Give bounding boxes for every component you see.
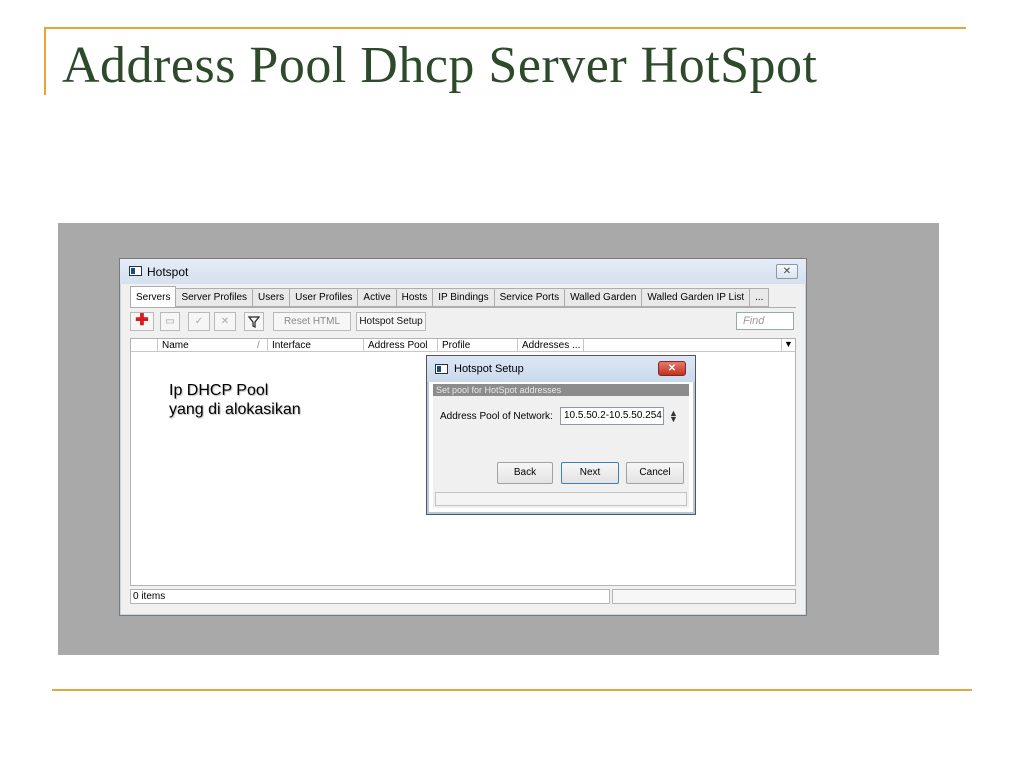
cross-icon: ✕ bbox=[220, 316, 230, 327]
column-empty bbox=[583, 339, 783, 352]
remove-button[interactable]: ▭ bbox=[160, 312, 180, 331]
top-rule bbox=[44, 27, 966, 29]
filter-icon bbox=[247, 316, 261, 328]
tab-user-profiles[interactable]: User Profiles bbox=[290, 288, 359, 307]
bottom-rule bbox=[52, 689, 972, 691]
window-close-button[interactable]: ✕ bbox=[776, 264, 798, 279]
dialog-title: Hotspot Setup bbox=[454, 363, 524, 375]
cancel-button[interactable]: Cancel bbox=[626, 462, 684, 484]
window-titlebar[interactable]: Hotspot ✕ bbox=[120, 259, 806, 284]
sort-indicator: / bbox=[257, 340, 260, 351]
annotation-line-1: Ip DHCP Pool bbox=[169, 382, 269, 399]
add-button[interactable]: ✚ bbox=[130, 312, 154, 331]
tab-server-profiles[interactable]: Server Profiles bbox=[176, 288, 254, 307]
plus-icon: ✚ bbox=[135, 312, 149, 329]
slide-title: Address Pool Dhcp Server HotSpot bbox=[62, 37, 818, 94]
tab-more[interactable]: ... bbox=[750, 288, 770, 307]
tab-walled-garden[interactable]: Walled Garden bbox=[565, 288, 643, 307]
tab-bar: Servers Server Profiles Users User Profi… bbox=[130, 286, 770, 308]
column-address-pool[interactable]: Address Pool bbox=[363, 339, 437, 352]
back-button[interactable]: Back bbox=[497, 462, 553, 484]
hotspot-setup-button[interactable]: Hotspot Setup bbox=[356, 312, 426, 331]
address-pool-input[interactable]: 10.5.50.2-10.5.50.254 bbox=[560, 407, 664, 425]
check-icon: ✓ bbox=[194, 316, 204, 327]
dialog-close-button[interactable]: ✕ bbox=[658, 361, 686, 376]
column-interface[interactable]: Interface bbox=[267, 339, 363, 352]
spinner-updown-icon[interactable]: ▲ ▼ bbox=[669, 409, 678, 424]
annotation-line-2: yang di alokasikan bbox=[169, 401, 301, 418]
disable-button[interactable]: ✕ bbox=[214, 312, 236, 331]
tab-active[interactable]: Active bbox=[358, 288, 397, 307]
column-name[interactable]: Name bbox=[157, 339, 253, 352]
enable-button[interactable]: ✓ bbox=[188, 312, 210, 331]
column-name-label: Name bbox=[162, 340, 189, 351]
reset-html-button[interactable]: Reset HTML bbox=[273, 312, 351, 331]
dialog-icon bbox=[435, 364, 448, 374]
dialog-body: Set pool for HotSpot addresses Address P… bbox=[433, 384, 689, 508]
column-profile[interactable]: Profile bbox=[437, 339, 517, 352]
address-pool-label: Address Pool of Network: bbox=[440, 411, 553, 422]
tab-hosts[interactable]: Hosts bbox=[396, 288, 434, 307]
toolbar: ✚ ▭ ✓ ✕ Reset HTML Hotspot Setup Find bbox=[130, 312, 796, 334]
hotspot-setup-dialog: Hotspot Setup ✕ Set pool for HotSpot add… bbox=[426, 355, 696, 515]
tab-service-ports[interactable]: Service Ports bbox=[494, 288, 566, 307]
next-button[interactable]: Next bbox=[561, 462, 619, 484]
filter-button[interactable] bbox=[244, 312, 264, 331]
window-icon bbox=[129, 266, 142, 276]
window-title: Hotspot bbox=[147, 265, 189, 279]
status-bar-secondary bbox=[612, 589, 796, 604]
tab-walled-garden-ip-list[interactable]: Walled Garden IP List bbox=[642, 288, 751, 307]
tab-ip-bindings[interactable]: IP Bindings bbox=[433, 288, 495, 307]
find-input[interactable]: Find bbox=[736, 312, 794, 330]
column-menu-chevron-icon[interactable]: ▼ bbox=[781, 339, 795, 352]
table-header: Name / Interface Address Pool Profile Ad… bbox=[131, 339, 795, 352]
annotation-text: Ip DHCP Pool yang di alokasikan bbox=[169, 381, 301, 419]
tab-users[interactable]: Users bbox=[253, 288, 291, 307]
dialog-banner: Set pool for HotSpot addresses bbox=[433, 384, 689, 396]
left-rule bbox=[44, 27, 46, 95]
tab-divider bbox=[130, 307, 796, 308]
column-addresses[interactable]: Addresses ... bbox=[517, 339, 583, 352]
dialog-titlebar[interactable]: Hotspot Setup ✕ bbox=[427, 356, 695, 382]
status-bar: 0 items bbox=[130, 589, 610, 604]
tab-servers[interactable]: Servers bbox=[130, 286, 177, 307]
dialog-status-bar bbox=[435, 492, 687, 506]
minus-icon: ▭ bbox=[165, 316, 175, 327]
